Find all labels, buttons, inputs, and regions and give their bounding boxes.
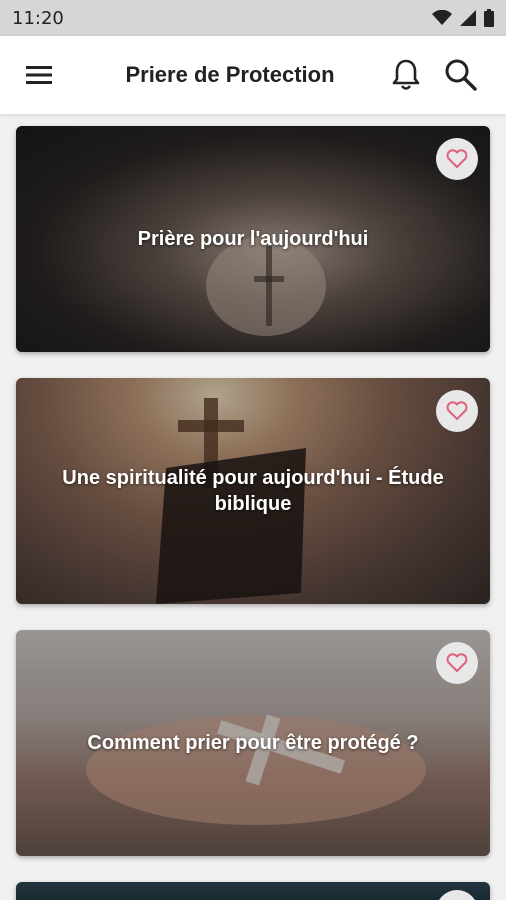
status-icons [432,9,494,27]
article-card[interactable]: Comment prier pour être protégé ? [16,630,490,856]
favorite-button[interactable] [436,138,478,180]
article-card[interactable]: Prière pour l'aujourd'hui [16,126,490,352]
bell-icon[interactable] [390,58,422,92]
app-bar: Priere de Protection [0,36,506,114]
status-time: 11:20 [12,7,64,29]
card-title: Prière pour l'aujourd'hui [137,228,369,250]
heart-outline-icon [446,401,468,420]
favorite-button[interactable] [436,390,478,432]
favorite-button[interactable] [436,642,478,684]
status-bar: 11:20 [0,0,506,36]
card-title: Comment prier pour être protégé ? [87,732,419,754]
heart-outline-icon [446,653,468,672]
article-card[interactable]: Une spiritualité pour aujourd'hui - Étud… [16,378,490,604]
article-card[interactable] [16,882,490,900]
battery-icon [484,9,494,27]
wifi-icon [432,10,452,25]
heart-outline-icon [446,149,468,168]
card-title: Une spiritualité pour aujourd'hui - Étud… [62,467,444,515]
search-icon[interactable] [444,58,478,92]
signal-icon [460,10,476,26]
